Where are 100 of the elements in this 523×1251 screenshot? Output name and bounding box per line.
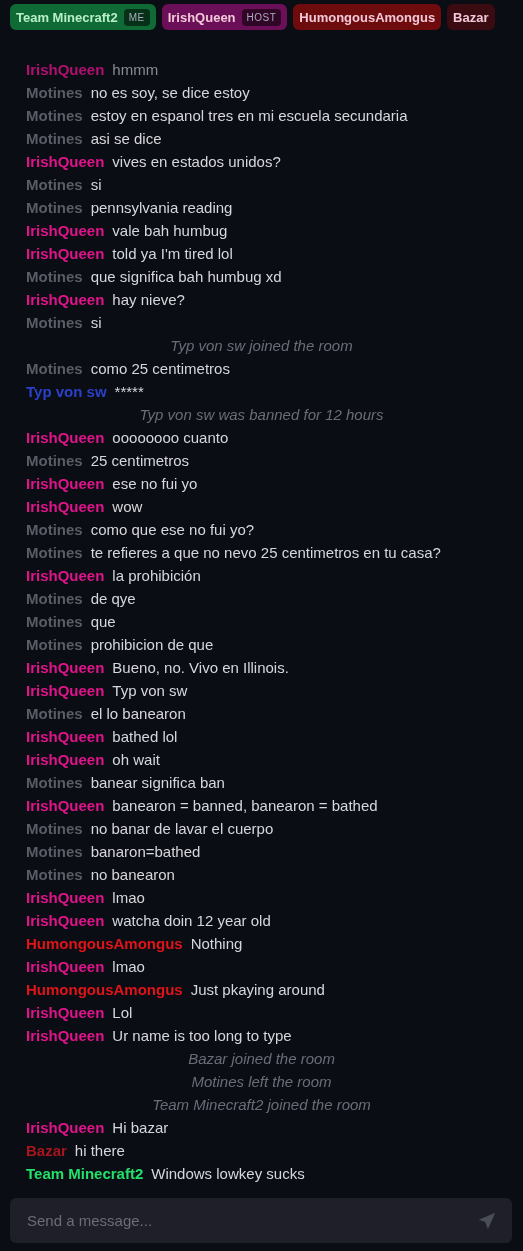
author-name: HumongousAmongus <box>26 981 183 998</box>
user-chip[interactable]: Team Minecraft2 ME <box>10 4 156 30</box>
author-name: IrishQueen <box>26 797 105 814</box>
author-name: Motines <box>26 636 83 653</box>
author-name: IrishQueen <box>26 1004 105 1021</box>
message-text: banear significa ban <box>90 774 225 791</box>
message-text: oh wait <box>112 751 160 768</box>
message-text: Windows lowkey sucks <box>151 1165 305 1182</box>
author-name: Motines <box>26 544 83 561</box>
author-name: Motines <box>26 866 83 883</box>
author-name: IrishQueen <box>26 912 105 929</box>
message-text: si <box>90 314 102 331</box>
author-name: Bazar <box>26 1142 67 1159</box>
author-name: Motines <box>26 268 83 285</box>
message-text: como que ese no fui yo? <box>90 521 255 538</box>
message-text: bathed lol <box>112 728 178 745</box>
author-name: Typ von sw <box>26 383 107 400</box>
author-name: IrishQueen <box>26 498 105 515</box>
author-name: IrishQueen <box>26 475 105 492</box>
message-text: lmao <box>112 958 145 975</box>
author-name: IrishQueen <box>26 153 105 170</box>
user-name: IrishQueen <box>167 9 236 25</box>
message-text: como 25 centimetros <box>90 360 230 377</box>
message-text: de qye <box>90 590 136 607</box>
message-field[interactable]: Send a message... <box>10 1198 512 1243</box>
author-name: IrishQueen <box>26 728 105 745</box>
message-text: Just pkaying around <box>190 981 325 998</box>
author-name: Motines <box>26 521 83 538</box>
message-text: pennsylvania reading <box>90 199 233 216</box>
system-notice: Typ von sw was banned for 12 hours <box>138 405 385 425</box>
message-text: no es soy, se dice estoy <box>90 84 250 101</box>
user-name: HumongousAmongus <box>299 9 436 25</box>
user-chip[interactable]: HumongousAmongus <box>293 4 442 30</box>
message-text: lmao <box>112 889 145 906</box>
author-name: IrishQueen <box>26 682 105 699</box>
author-name: Motines <box>26 176 83 193</box>
author-name: IrishQueen <box>26 61 105 78</box>
message-text: hi there <box>74 1142 125 1159</box>
message-text: banearon = banned, banearon = bathed <box>112 797 378 814</box>
user-name: Bazar <box>453 9 489 25</box>
author-name: IrishQueen <box>26 245 105 262</box>
message-text: Typ von sw <box>112 682 188 699</box>
message-text: oooooooo cuanto <box>112 429 229 446</box>
system-notice: Team Minecraft2 joined the room <box>151 1095 372 1115</box>
message-input[interactable]: Send a message... <box>25 1211 476 1230</box>
message-text: hay nieve? <box>112 291 185 308</box>
author-name: Motines <box>26 590 83 607</box>
message-text: si <box>90 176 102 193</box>
message-text: prohibicion de que <box>90 636 214 653</box>
author-name: Team Minecraft2 <box>26 1165 144 1182</box>
message-text: ese no fui yo <box>112 475 198 492</box>
author-name: Motines <box>26 107 83 124</box>
author-name: Motines <box>26 452 83 469</box>
author-name: IrishQueen <box>26 1027 105 1044</box>
author-name: IrishQueen <box>26 1119 105 1136</box>
author-name: Motines <box>26 774 83 791</box>
message-text: Bueno, no. Vivo en Illinois. <box>112 659 289 676</box>
author-name: Motines <box>26 613 83 630</box>
author-name: Motines <box>26 314 83 331</box>
message-text: vale bah humbug <box>112 222 228 239</box>
message-text: asi se dice <box>90 130 162 147</box>
user-name: Team Minecraft2 <box>16 9 118 25</box>
author-name: Motines <box>26 130 83 147</box>
message-text: banaron=bathed <box>90 843 201 860</box>
message-text: vives en estados unidos? <box>112 153 281 170</box>
role-badge: ME <box>123 8 150 26</box>
message-text: no banearon <box>90 866 175 883</box>
user-chip[interactable]: Bazar <box>447 4 495 30</box>
author-name: IrishQueen <box>26 751 105 768</box>
message-text: que <box>90 613 116 630</box>
author-name: Motines <box>26 705 83 722</box>
message-text: wow <box>112 498 143 515</box>
message-text: la prohibición <box>112 567 201 584</box>
message-text: Hi bazar <box>112 1119 169 1136</box>
message-text: Ur name is too long to type <box>112 1027 292 1044</box>
message-text: 25 centimetros <box>90 452 190 469</box>
author-name: Motines <box>26 820 83 837</box>
message-text: no banar de lavar el cuerpo <box>90 820 274 837</box>
message-text: te refieres a que no nevo 25 centimetros en tu casa? <box>90 544 441 561</box>
message-text: watcha doin 12 year old <box>112 912 271 929</box>
system-notice: Motines left the room <box>190 1072 333 1092</box>
user-chip[interactable]: IrishQueen HOST <box>161 4 288 30</box>
message-text: hmmm <box>112 61 159 78</box>
author-name: Motines <box>26 843 83 860</box>
author-name: IrishQueen <box>26 889 105 906</box>
message-text: Lol <box>112 1004 133 1021</box>
author-name: IrishQueen <box>26 659 105 676</box>
message-text: que significa bah humbug xd <box>90 268 282 285</box>
system-notice: Typ von sw joined the room <box>169 336 354 356</box>
message-text: ***** <box>114 383 144 400</box>
message-text: el lo banearon <box>90 705 186 722</box>
author-name: IrishQueen <box>26 291 105 308</box>
message-text: told ya I'm tired lol <box>112 245 233 262</box>
author-name: IrishQueen <box>26 429 105 446</box>
author-name: IrishQueen <box>26 958 105 975</box>
author-name: HumongousAmongus <box>26 935 183 952</box>
author-name: Motines <box>26 84 83 101</box>
author-name: IrishQueen <box>26 567 105 584</box>
role-badge: HOST <box>241 8 282 26</box>
message-text: estoy en espanol tres en mi escuela secundaria <box>90 107 408 124</box>
